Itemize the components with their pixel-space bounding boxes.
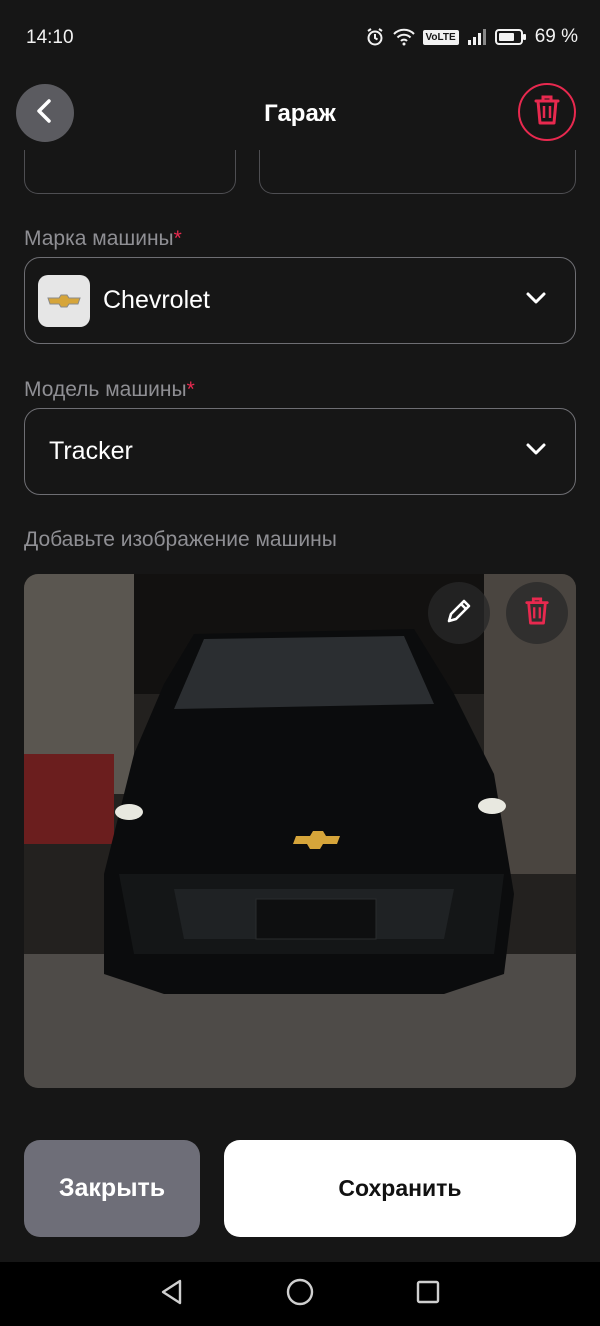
chevrolet-logo-icon	[38, 274, 90, 327]
required-mark: *	[173, 227, 182, 250]
car-photo[interactable]	[24, 574, 576, 1088]
photo-label: Добавьте изображение машины	[24, 528, 337, 551]
brand-label: Марка машины*	[24, 227, 182, 250]
wifi-icon	[392, 28, 415, 46]
system-nav-bar	[0, 1262, 600, 1326]
battery-percent: 69 %	[534, 26, 578, 47]
volte-badge: VoLTE	[422, 29, 459, 45]
model-select[interactable]: Tracker	[24, 408, 576, 495]
delete-photo-button[interactable]	[506, 582, 568, 644]
brand-value: Chevrolet	[103, 286, 210, 314]
status-time: 14:10	[26, 27, 74, 48]
close-button[interactable]: Закрыть	[24, 1140, 200, 1237]
nav-recents-button[interactable]	[412, 1278, 444, 1310]
trash-icon	[524, 596, 550, 631]
app-header: Гараж	[0, 76, 600, 156]
status-icons: VoLTE 69 %	[365, 26, 578, 48]
chevron-down-icon	[525, 441, 547, 462]
required-mark: *	[186, 378, 195, 401]
triangle-back-icon	[159, 1278, 185, 1311]
square-recents-icon	[415, 1279, 441, 1310]
alarm-icon	[365, 27, 385, 47]
save-button[interactable]: Сохранить	[224, 1140, 576, 1237]
nav-home-button[interactable]	[284, 1278, 316, 1310]
chevron-down-icon	[525, 290, 547, 311]
car-photo-illustration	[24, 574, 576, 1088]
signal-icon	[467, 28, 487, 46]
page-title: Гараж	[264, 100, 336, 127]
partial-input-field-left[interactable]	[24, 150, 236, 194]
trash-icon	[533, 94, 561, 131]
status-bar: 14:10 VoLTE 69 %	[0, 0, 600, 76]
battery-icon	[494, 28, 527, 46]
circle-home-icon	[285, 1277, 315, 1312]
brand-select[interactable]: Chevrolet	[24, 257, 576, 344]
delete-car-button[interactable]	[518, 83, 576, 141]
model-value: Tracker	[49, 437, 133, 465]
partial-input-field-right[interactable]	[259, 150, 576, 194]
model-label: Модель машины*	[24, 378, 195, 401]
pencil-icon	[445, 597, 473, 630]
edit-photo-button[interactable]	[428, 582, 490, 644]
nav-back-button[interactable]	[156, 1278, 188, 1310]
